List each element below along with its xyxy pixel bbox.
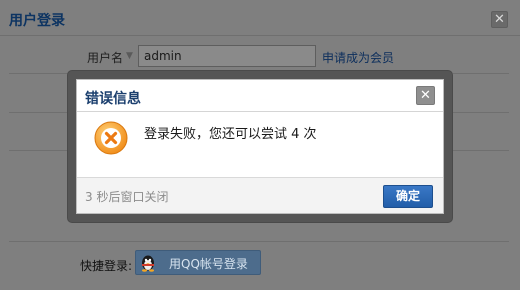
divider xyxy=(453,73,509,74)
error-dialog: 错误信息 ✕ 登录失败，您还可以尝试 4 次 3 秒后窗口关闭 确定 xyxy=(76,79,444,214)
username-input[interactable]: admin xyxy=(138,45,316,67)
chevron-down-icon[interactable]: ▼ xyxy=(126,51,133,61)
divider xyxy=(0,35,520,36)
qq-login-button[interactable]: 用QQ帐号登录 xyxy=(135,250,261,275)
close-icon[interactable]: ✕ xyxy=(416,86,435,105)
qq-login-label: 用QQ帐号登录 xyxy=(169,257,248,271)
divider xyxy=(453,112,509,113)
qq-penguin-icon xyxy=(142,255,154,272)
confirm-button[interactable]: 确定 xyxy=(383,185,433,208)
quick-login-label: 快捷登录: xyxy=(80,259,133,273)
dialog-footer: 3 秒后窗口关闭 确定 xyxy=(77,177,443,213)
login-window-title: 用户登录 xyxy=(9,13,65,29)
divider xyxy=(9,112,69,113)
divider xyxy=(77,111,443,112)
error-x-icon xyxy=(94,121,128,155)
divider xyxy=(9,73,69,74)
divider xyxy=(453,150,509,151)
error-message: 登录失败，您还可以尝试 4 次 xyxy=(144,127,317,142)
dialog-title: 错误信息 xyxy=(85,91,141,107)
username-label: 用户名 xyxy=(87,51,124,65)
auto-close-text: 3 秒后窗口关闭 xyxy=(85,190,169,204)
divider xyxy=(9,150,69,151)
divider xyxy=(9,241,509,242)
register-link[interactable]: 申请成为会员 xyxy=(322,49,394,66)
login-close-icon[interactable]: ✕ xyxy=(491,11,508,28)
